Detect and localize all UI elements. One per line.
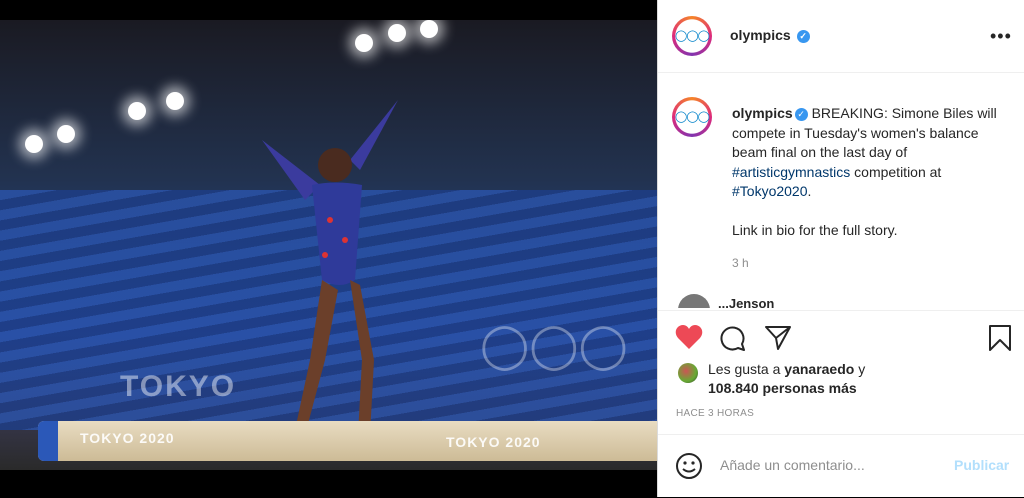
caption-username[interactable]: olympics: [732, 105, 793, 121]
gymnast-figure: [262, 100, 398, 435]
caption-text: .: [807, 183, 812, 199]
bookmark-icon[interactable]: [987, 324, 1013, 352]
stadium-light: [128, 102, 146, 120]
caption-timestamp[interactable]: 3 h: [732, 256, 749, 270]
heart-icon[interactable]: [675, 324, 703, 350]
header-username[interactable]: olympics ✓: [730, 27, 810, 43]
post-header: ◯◯◯ olympics ✓ •••: [658, 0, 1024, 73]
stadium-light: [355, 34, 373, 52]
stadium-scene: ◯◯◯ TOKYO: [0, 20, 657, 470]
likes-text: Les gusta a yanaraedo y 108.840 personas…: [708, 361, 866, 396]
post-sidebar: ◯◯◯ olympics ✓ ••• ◯◯◯ olympics ✓ BREAKIN…: [657, 0, 1024, 497]
comment-bar: Añade un comentario... Publicar: [658, 434, 1024, 498]
publish-button[interactable]: Publicar: [954, 457, 1009, 473]
likes-count[interactable]: 108.840 personas más: [708, 380, 857, 396]
verified-badge-icon: ✓: [794, 107, 808, 121]
post-time-ago[interactable]: HACE 3 HORAS: [676, 408, 754, 419]
verified-badge-icon: ✓: [796, 29, 810, 43]
caption-text: Link in bio for the full story.: [732, 221, 898, 238]
olympic-rings-icon: ◯◯◯: [675, 30, 710, 42]
more-icon[interactable]: •••: [990, 26, 1012, 47]
share-icon[interactable]: [764, 324, 792, 352]
comment-input[interactable]: Añade un comentario...: [720, 457, 865, 473]
comment-row: ...Jenson: [678, 294, 1008, 308]
liker-avatar[interactable]: [678, 363, 698, 383]
liker-username[interactable]: yanaraedo: [784, 361, 854, 377]
stadium-light: [166, 92, 184, 110]
stadium-light: [57, 125, 75, 143]
beam-label: TOKYO 2020: [80, 430, 175, 446]
olympic-rings-icon: ◯◯◯: [675, 111, 710, 123]
beam-label: TOKYO 2020: [446, 434, 541, 450]
stadium-light: [420, 20, 438, 38]
commenter-username[interactable]: ...Jenson: [718, 296, 774, 308]
comment-icon[interactable]: [719, 324, 747, 352]
post-caption: olympics ✓ BREAKING: Simone Biles will co…: [732, 104, 1002, 240]
beam-end-cap: [38, 421, 58, 461]
hashtag-link[interactable]: #Tokyo2020: [732, 183, 808, 199]
stadium-light: [388, 24, 406, 42]
post-photo[interactable]: ◯◯◯ TOKYO TOKYO 2020 TOKYO 2020: [0, 0, 657, 497]
commenter-avatar[interactable]: [678, 294, 710, 308]
caption-text: competition at: [850, 163, 942, 180]
emoji-icon[interactable]: [675, 452, 703, 480]
avatar[interactable]: ◯◯◯: [672, 16, 712, 56]
olympic-rings-decoration: ◯◯◯: [480, 321, 628, 370]
hashtag-link[interactable]: #artisticgymnastics: [732, 164, 850, 180]
caption-avatar[interactable]: ◯◯◯: [672, 97, 712, 137]
stadium-light: [25, 135, 43, 153]
action-bar: [658, 310, 1024, 361]
